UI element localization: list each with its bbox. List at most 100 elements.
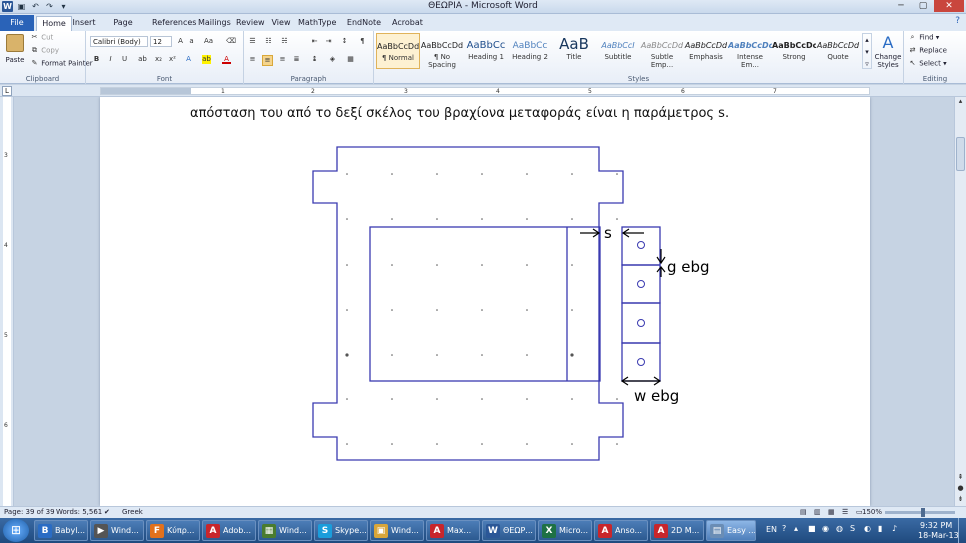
taskbar-item[interactable]: ▤ Easy ... <box>706 520 756 541</box>
tray-app-icon[interactable]: S <box>850 524 855 533</box>
decrease-indent-button[interactable]: ⇤ <box>310 37 319 46</box>
ebg-box[interactable] <box>621 302 661 344</box>
help-icon[interactable]: ? <box>955 16 960 26</box>
taskbar-item[interactable]: S Skype... <box>314 520 368 541</box>
strikethrough-button[interactable]: ab <box>138 55 147 64</box>
bold-button[interactable]: B <box>92 55 101 64</box>
styles-scroll[interactable]: ▴ ▾ ▿ <box>862 33 872 69</box>
align-right-button[interactable]: ≡ <box>278 55 287 64</box>
style-title[interactable]: AaB Title <box>552 33 596 69</box>
tray-expand-icon[interactable]: ▴ <box>794 524 798 533</box>
drawing-canvas[interactable]: s g ebg w ebg <box>100 97 870 506</box>
clock-date[interactable]: 18-Mar-13 <box>918 531 959 540</box>
bullets-button[interactable]: ☰ <box>248 37 257 46</box>
style-intense-emphasis[interactable]: AaBbCcDc Intense Em... <box>728 33 772 69</box>
outline-icon[interactable]: ☰ <box>842 507 848 518</box>
ebg-box[interactable] <box>621 264 661 304</box>
proofing-icon[interactable]: ✔ <box>104 507 110 518</box>
zoom-slider[interactable] <box>885 508 955 517</box>
numbering-button[interactable]: ☷ <box>264 37 273 46</box>
word-count[interactable]: Words: 5,561 <box>56 507 102 518</box>
outer-frame-shape[interactable] <box>312 146 624 461</box>
style-normal[interactable]: AaBbCcDd ¶ Normal <box>376 33 420 69</box>
next-page-icon[interactable]: ⇟ <box>955 495 966 506</box>
clock-time[interactable]: 9:32 PM <box>920 521 952 530</box>
increase-indent-button[interactable]: ⇥ <box>324 37 333 46</box>
ruler-bar[interactable]: 1 2 3 4 5 6 7 <box>100 87 870 95</box>
italic-button[interactable]: I <box>106 55 115 64</box>
style-subtitle[interactable]: AaBbCcI Subtitle <box>596 33 640 69</box>
align-center-button[interactable]: ≡ <box>262 55 273 66</box>
taskbar-item[interactable]: X Micro... <box>538 520 592 541</box>
style-heading-1[interactable]: AaBbCc Heading 1 <box>464 33 508 69</box>
taskbar-item[interactable]: F Κύπρ... <box>146 520 200 541</box>
tab-mailings[interactable]: Mailings <box>198 16 231 31</box>
browse-object-icon[interactable]: ● <box>955 484 966 495</box>
tab-references[interactable]: References <box>152 16 196 31</box>
copy-button[interactable]: ⧉ Copy <box>30 46 59 55</box>
tray-app-icon[interactable]: ◉ <box>822 524 829 533</box>
vertical-scrollbar[interactable]: ▴ ⇞ ● ⇟ <box>954 97 966 506</box>
ebg-boxes[interactable] <box>621 226 661 382</box>
borders-button[interactable]: ▦ <box>346 55 355 64</box>
taskbar-item[interactable]: ▣ Wind... <box>370 520 424 541</box>
maximize-button[interactable]: ▢ <box>912 0 934 12</box>
language-indicator[interactable]: Greek <box>122 507 143 518</box>
cut-button[interactable]: ✂ Cut <box>30 33 54 42</box>
find-button[interactable]: ⌕ Find ▾ <box>908 33 940 42</box>
previous-page-icon[interactable]: ⇞ <box>955 473 966 484</box>
font-size-dropdown[interactable]: 12 <box>150 36 172 47</box>
network-icon[interactable]: ▮ <box>878 524 882 533</box>
change-case-button[interactable]: Aa <box>204 37 213 46</box>
taskbar-item[interactable]: W ΘΕΩΡ... <box>482 520 536 541</box>
text-effects-button[interactable]: A <box>184 55 193 64</box>
show-marks-button[interactable]: ¶ <box>358 37 367 46</box>
tab-page-layout[interactable]: Page Layout <box>100 16 146 41</box>
sort-button[interactable]: ↕ <box>340 37 349 46</box>
taskbar-item[interactable]: ▶ Wind... <box>90 520 144 541</box>
horizontal-ruler[interactable]: L 1 2 3 4 5 6 7 <box>0 85 966 97</box>
taskbar-item[interactable]: B Babyl... <box>34 520 88 541</box>
zoom-level[interactable]: 150% <box>862 507 882 518</box>
replace-button[interactable]: ⇄ Replace <box>908 46 947 55</box>
web-layout-icon[interactable]: ▦ <box>828 507 835 518</box>
clear-format-button[interactable]: ⌫ <box>226 37 236 46</box>
superscript-button[interactable]: x² <box>168 55 177 64</box>
taskbar-item[interactable]: A 2D M... <box>650 520 704 541</box>
tab-selector[interactable]: L <box>2 86 12 96</box>
minimize-button[interactable]: ─ <box>890 0 912 12</box>
select-button[interactable]: ↖ Select ▾ <box>908 59 947 68</box>
taskbar-item[interactable]: ▦ Wind... <box>258 520 312 541</box>
style-subtle-emphasis[interactable]: AaBbCcDd Subtle Emp... <box>640 33 684 69</box>
vertical-ruler[interactable]: 3 4 5 6 <box>0 97 14 506</box>
style-heading-2[interactable]: AaBbCc Heading 2 <box>508 33 552 69</box>
document-area[interactable]: απόσταση του από το δεξί σκέλος του βραχ… <box>14 97 954 506</box>
grow-font-button[interactable]: A <box>176 37 185 46</box>
underline-button[interactable]: U <box>120 55 129 64</box>
show-desktop-button[interactable] <box>958 518 966 543</box>
tab-review[interactable]: Review <box>236 16 265 31</box>
scroll-thumb[interactable] <box>956 137 965 171</box>
font-color-button[interactable]: A <box>222 55 231 64</box>
tray-app-icon[interactable]: ◍ <box>836 524 843 533</box>
start-button[interactable]: ⊞ <box>3 519 29 542</box>
font-name-dropdown[interactable]: Calibri (Body) <box>90 36 148 47</box>
tab-endnote[interactable]: EndNote X5 <box>342 16 386 41</box>
style-strong[interactable]: AaBbCcDc Strong <box>772 33 816 69</box>
tray-app-icon[interactable]: ■ <box>808 524 816 533</box>
tab-insert[interactable]: Insert <box>72 16 96 31</box>
zoom-slider-knob[interactable] <box>921 508 925 517</box>
shading-button[interactable]: ◈ <box>328 55 337 64</box>
change-styles-button[interactable]: A Change Styles <box>874 33 902 69</box>
language-bar[interactable]: EN <box>766 525 777 534</box>
help-circle-icon[interactable]: ? <box>782 524 786 533</box>
paste-button[interactable]: Paste <box>4 34 26 64</box>
tab-file[interactable]: File <box>0 15 34 31</box>
multilevel-list-button[interactable]: ☵ <box>280 37 289 46</box>
shrink-font-button[interactable]: a <box>187 37 196 46</box>
print-layout-icon[interactable]: ▤ <box>800 507 807 518</box>
volume-icon[interactable]: ♪ <box>892 524 897 533</box>
tab-view[interactable]: View <box>270 16 292 31</box>
taskbar-item[interactable]: A Adob... <box>202 520 256 541</box>
full-screen-icon[interactable]: ▥ <box>814 507 821 518</box>
